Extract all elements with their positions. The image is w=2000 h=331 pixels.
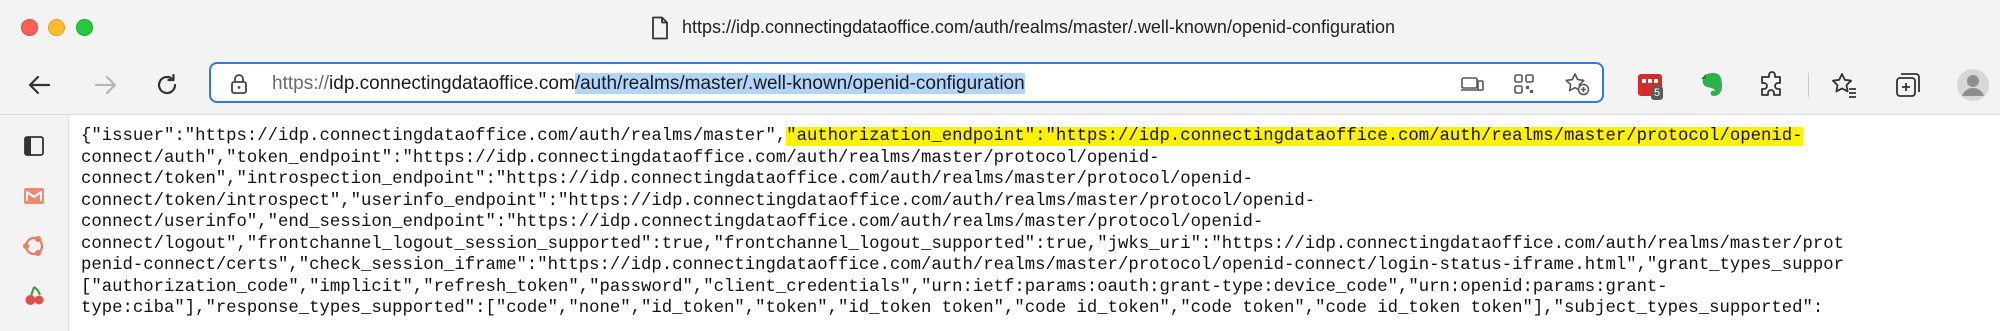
title-bar: https://idp.connectingdataoffice.com/aut…	[0, 0, 2000, 56]
document-icon	[652, 16, 668, 40]
highlighted-text: "authorization_endpoint":"https://idp.co…	[786, 127, 1803, 146]
lock-icon[interactable]	[229, 73, 249, 95]
reload-button[interactable]	[150, 68, 184, 102]
add-favorite-icon[interactable]	[1564, 72, 1590, 96]
json-text-line: type:ciba"],"response_types_supported":[…	[81, 298, 2000, 320]
sidebar-panel-icon[interactable]	[19, 131, 49, 161]
extension-badge-icon[interactable]: 5	[1632, 67, 1668, 103]
json-text-line: {"issuer":"https://idp.connectingdataoff…	[81, 126, 2000, 148]
json-text-segment: connect/token","introspection_endpoint":…	[81, 170, 1253, 189]
devices-icon[interactable]	[1459, 72, 1485, 96]
json-text-segment: ["authorization_code","implicit","refres…	[81, 277, 1668, 297]
json-text-segment: {"issuer":"https://idp.connectingdataoff…	[81, 127, 787, 146]
window-close-button[interactable]	[21, 19, 38, 36]
json-document: {"issuer":"https://idp.connectingdataoff…	[81, 126, 2000, 331]
back-button[interactable]	[23, 68, 57, 102]
sidebar	[0, 115, 69, 331]
reload-icon	[157, 73, 177, 95]
cherry-icon[interactable]	[19, 281, 49, 311]
arrow-right-icon	[94, 75, 117, 95]
qr-code-icon[interactable]	[1511, 72, 1537, 96]
profile-avatar-icon[interactable]	[1955, 67, 1991, 103]
json-text-line: connect/logout","frontchannel_logout_ses…	[81, 234, 2000, 256]
json-text-segment: connect/logout","frontchannel_logout_ses…	[81, 234, 1844, 254]
browser-toolbar: https://idp.connectingdataoffice.com/aut…	[0, 56, 2000, 115]
json-text-segment: connect/token/introspect","userinfo_endp…	[81, 191, 1316, 211]
json-text-line: penid-connect/certs","check_session_ifra…	[81, 255, 2000, 277]
gmail-icon[interactable]	[19, 181, 49, 211]
toolbar-divider	[1808, 73, 1809, 97]
url-text[interactable]: https://idp.connectingdataoffice.com/aut…	[272, 73, 1025, 95]
json-text-line: connect/userinfo","end_session_endpoint"…	[81, 212, 2000, 234]
json-text-line: ["authorization_code","implicit","refres…	[81, 277, 2000, 299]
extensions-puzzle-icon[interactable]	[1754, 67, 1790, 103]
json-text-segment: type:ciba"],"response_types_supported":[…	[81, 299, 1824, 318]
json-text-segment: penid-connect/certs","check_session_ifra…	[81, 256, 1844, 275]
json-text-line: connect/token/introspect","userinfo_endp…	[81, 191, 2000, 213]
extension-count-badge: 5	[1651, 86, 1664, 100]
url-host: idp.connectingdataoffice.com	[329, 73, 575, 94]
json-text-line: connect/token","introspection_endpoint":…	[81, 169, 2000, 191]
window-maximize-button[interactable]	[76, 19, 93, 36]
arrow-left-icon	[28, 75, 51, 95]
address-bar[interactable]: https://idp.connectingdataoffice.com/aut…	[209, 62, 1604, 103]
window-minimize-button[interactable]	[48, 19, 65, 36]
ubuntu-icon[interactable]	[19, 231, 49, 261]
window-title: https://idp.connectingdataoffice.com/aut…	[682, 17, 1396, 37]
collections-icon[interactable]	[1890, 67, 1926, 103]
forward-button[interactable]	[88, 68, 122, 102]
url-path-selected: /auth/realms/master/.well-known/openid-c…	[574, 73, 1025, 94]
json-text-segment: connect/userinfo","end_session_endpoint"…	[81, 213, 1264, 232]
evernote-icon[interactable]	[1694, 67, 1730, 103]
json-text-segment: connect/auth","token_endpoint":"https://…	[81, 148, 1160, 168]
json-text-line: connect/auth","token_endpoint":"https://…	[81, 148, 2000, 170]
url-scheme: https://	[272, 73, 330, 94]
favorites-icon[interactable]	[1826, 67, 1862, 103]
